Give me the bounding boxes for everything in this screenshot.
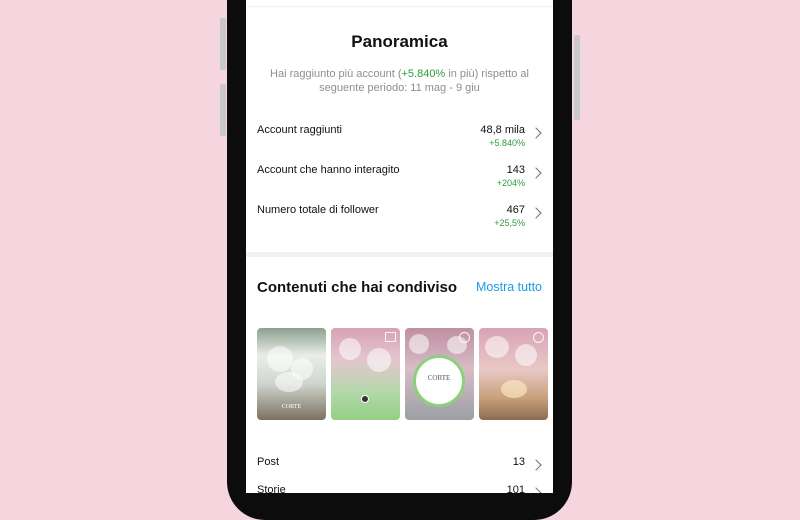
- overview-title: Panoramica: [351, 32, 448, 51]
- metric-delta: +25,5%: [494, 218, 525, 228]
- content-thumbnail[interactable]: CORTE: [405, 328, 474, 420]
- metric-delta: +5.840%: [489, 138, 525, 148]
- overview-subtitle: Hai raggiunto più account (+5.840% in pi…: [266, 67, 533, 95]
- content-row-value: 13: [512, 456, 525, 468]
- show-all-link[interactable]: Mostra tutto: [476, 280, 542, 294]
- phone-volume-up: [220, 18, 226, 70]
- metric-value: 48,8 mila: [480, 124, 525, 136]
- phone-power-button: [574, 35, 580, 120]
- flower-shape: [267, 346, 293, 372]
- metric-label: Account che hanno interagito: [257, 164, 400, 176]
- metric-row-accounts-reached[interactable]: Account raggiunti 48,8 mila +5.840%: [246, 119, 553, 155]
- chevron-right-icon: [530, 127, 542, 139]
- metric-row-total-followers[interactable]: Numero totale di follower 467 +25,5%: [246, 199, 553, 235]
- shared-content-card: Contenuti che hai condiviso Mostra tutto…: [246, 257, 553, 493]
- chevron-right-icon: [530, 207, 542, 219]
- flower-shape: [367, 348, 391, 372]
- content-row-value: 101: [506, 484, 525, 493]
- audio-icon: [361, 395, 369, 403]
- flower-shape: [485, 336, 509, 358]
- chevron-right-icon: [530, 459, 542, 471]
- flower-shape: [409, 334, 429, 354]
- content-row-label: Post: [257, 456, 280, 468]
- flower-shape: [275, 372, 303, 392]
- phone-screen: Panoramica Hai raggiunto più account (+5…: [246, 0, 553, 493]
- story-ring-icon: [459, 332, 470, 343]
- content-thumbnail[interactable]: [479, 328, 548, 420]
- chevron-right-icon: [530, 487, 542, 493]
- brand-logo-text: CORTE: [281, 404, 302, 410]
- flower-shape: [339, 338, 361, 360]
- content-thumbnail[interactable]: CORTE: [257, 328, 326, 420]
- flower-shape: [515, 344, 537, 366]
- section-title: Contenuti che hai condiviso: [257, 279, 458, 296]
- phone-volume-down: [220, 84, 226, 136]
- subtitle-highlight: +5.840%: [401, 68, 446, 80]
- carousel-icon: [385, 332, 396, 342]
- subtitle-prefix: Hai raggiunto più account (: [270, 68, 402, 80]
- content-row-stories[interactable]: Storie 101: [246, 479, 553, 493]
- metric-value: 143: [506, 164, 525, 176]
- content-row-label: Storie: [257, 484, 286, 493]
- metric-label: Account raggiunti: [257, 124, 342, 136]
- metric-delta: +204%: [496, 178, 525, 188]
- content-thumbnail[interactable]: [331, 328, 400, 420]
- metric-row-accounts-engaged[interactable]: Account che hanno interagito 143 +204%: [246, 159, 553, 195]
- metric-label: Numero totale di follower: [257, 204, 379, 216]
- overview-card: Panoramica Hai raggiunto più account (+5…: [246, 7, 553, 252]
- candle-light: [501, 380, 527, 398]
- brand-logo-text: CORTE: [427, 374, 451, 382]
- brand-logo: CORTE: [413, 355, 465, 407]
- metric-value: 467: [506, 204, 525, 216]
- story-ring-icon: [533, 332, 544, 343]
- chevron-right-icon: [530, 167, 542, 179]
- top-card: [246, 0, 553, 6]
